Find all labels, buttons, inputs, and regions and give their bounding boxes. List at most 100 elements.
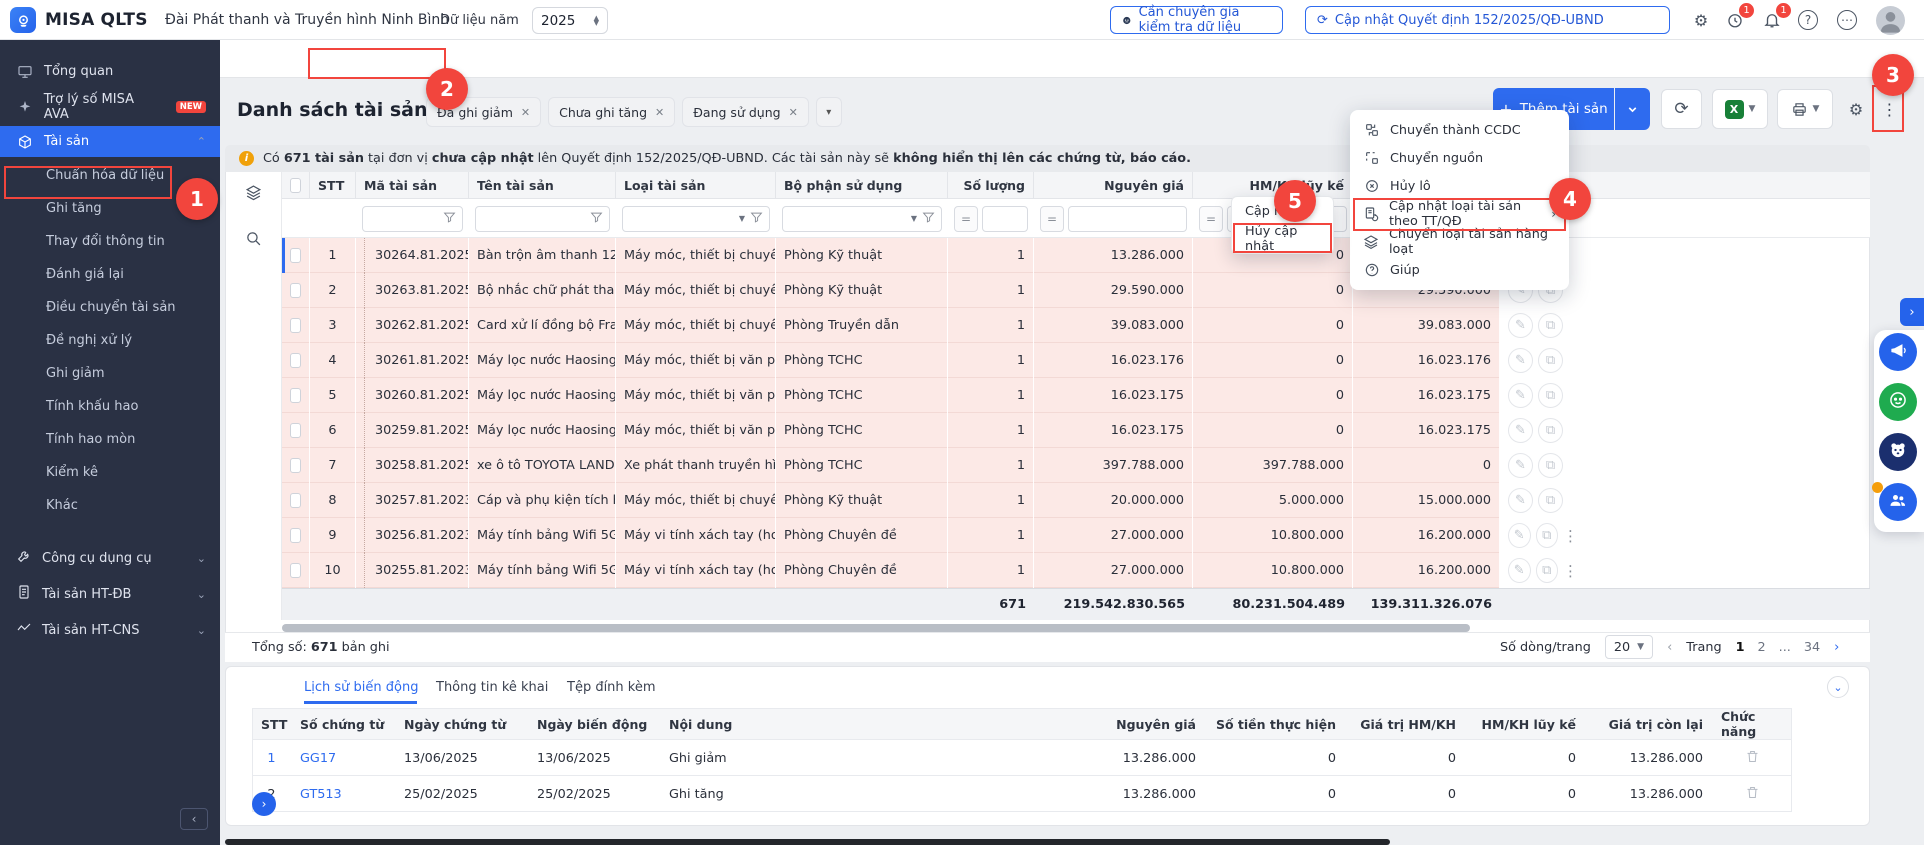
detail-column-hm_acc[interactable]: HM/KH lũy kế (1465, 708, 1585, 740)
year-select[interactable]: 2025 ▲▼ (532, 7, 608, 34)
detail-column-remain[interactable]: Giá trị còn lại (1585, 708, 1712, 740)
expert-check-button[interactable]: Cần chuyên gia kiểm tra dữ liệu (1110, 6, 1283, 34)
sidebar-item-0[interactable]: Tổng quan (0, 54, 220, 89)
document-link[interactable]: GG17 (300, 751, 336, 766)
sidebar-item-14[interactable]: Công cụ dụng cụ⌄ (0, 540, 220, 576)
layers-icon[interactable] (245, 184, 262, 205)
update-decision-button[interactable]: ⟳ Cập nhật Quyết định 152/2025/QĐ-UBND (1305, 6, 1670, 34)
trash-icon[interactable] (1745, 785, 1760, 804)
filter-operator-qty[interactable]: = (954, 206, 978, 232)
filter-operator-cost[interactable]: = (1040, 206, 1064, 232)
edit-icon[interactable]: ✎ (1508, 523, 1531, 548)
page-2[interactable]: 2 (1757, 640, 1765, 655)
menu-item-2[interactable]: Hủy lô (1350, 172, 1569, 200)
detail-column-stt[interactable]: STT (252, 708, 291, 740)
detail-tab-0[interactable]: Lịch sử biến động (304, 672, 418, 702)
filter-input-code[interactable] (362, 206, 463, 232)
select-all-checkbox[interactable] (290, 178, 301, 193)
document-link[interactable]: GT513 (300, 787, 342, 802)
row-checkbox[interactable] (290, 318, 301, 333)
sidebar-item-6[interactable]: Đánh giá lại (0, 258, 220, 291)
detail-column-func[interactable]: Chức năng (1712, 708, 1792, 740)
funnel-icon[interactable] (590, 209, 603, 228)
page-1[interactable]: 1 (1736, 640, 1745, 655)
next-page-icon[interactable]: › (1834, 640, 1839, 655)
sidebar-item-10[interactable]: Tính khấu hao (0, 390, 220, 423)
funnel-icon[interactable] (922, 209, 935, 228)
sidebar-item-15[interactable]: Tài sản HT-ĐB⌄ (0, 576, 220, 612)
funnel-icon[interactable] (750, 209, 763, 228)
column-header-qty[interactable]: Số lượng (948, 172, 1034, 199)
row-more-icon[interactable]: ⋮ (1563, 562, 1575, 580)
page-34[interactable]: 34 (1804, 640, 1820, 655)
detail-column-doc_date[interactable]: Ngày chứng từ (395, 708, 528, 740)
row-checkbox[interactable] (290, 283, 301, 298)
sidebar-item-13[interactable]: Khác (0, 489, 220, 522)
search-icon[interactable] (245, 230, 262, 251)
copy-icon[interactable]: ⧉ (1538, 313, 1563, 338)
menu-item-5[interactable]: Giúp (1350, 256, 1569, 284)
megaphone-button[interactable] (1879, 333, 1917, 371)
column-header-cost[interactable]: Nguyên giá (1034, 172, 1193, 199)
remove-chip-icon[interactable]: ✕ (521, 106, 530, 119)
help-icon[interactable]: ? (1798, 10, 1818, 30)
row-checkbox[interactable] (290, 248, 301, 263)
sidebar-item-16[interactable]: Tài sản HT-CNS⌄ (0, 612, 220, 648)
column-header-dep[interactable]: HM/KH lũy kế (1193, 172, 1353, 199)
year-stepper-icon[interactable]: ▲▼ (594, 16, 599, 26)
detail-column-amount[interactable]: Số tiền thực hiện (1205, 708, 1345, 740)
detail-column-content[interactable]: Nội dung (660, 708, 1065, 740)
row-checkbox[interactable] (290, 493, 301, 508)
rows-per-page-select[interactable]: 20▼ (1605, 635, 1653, 659)
detail-column-change_date[interactable]: Ngày biến động (528, 708, 660, 740)
sidebar-item-2[interactable]: Tài sản⌃ (0, 126, 220, 157)
sidebar-collapse-button[interactable]: ‹ (180, 808, 208, 830)
filter-input-cost[interactable] (1068, 206, 1187, 232)
copy-icon[interactable]: ⧉ (1538, 488, 1563, 513)
column-header-dept[interactable]: Bộ phận sử dụng (776, 172, 948, 199)
detail-column-cost[interactable]: Nguyên giá (1065, 708, 1205, 740)
row-checkbox[interactable] (290, 458, 301, 473)
prev-page-icon[interactable]: ‹ (1667, 640, 1672, 655)
menu-item-0[interactable]: Chuyển thành CCDC (1350, 116, 1569, 144)
row-checkbox[interactable] (290, 423, 301, 438)
export-excel-button[interactable]: X▼ (1712, 89, 1768, 129)
copy-icon[interactable]: ⧉ (1536, 558, 1559, 583)
edit-icon[interactable]: ✎ (1508, 488, 1533, 513)
more-options-icon[interactable]: ⋯ (1837, 10, 1857, 30)
menu-item-4[interactable]: Chuyển loại tài sản hàng loạt (1350, 228, 1569, 256)
column-header-code[interactable]: Mã tài sản (356, 172, 469, 199)
bell-icon[interactable]: 1 (1760, 8, 1784, 32)
row-checkbox[interactable] (290, 388, 301, 403)
column-header-cb[interactable] (282, 172, 310, 199)
edit-icon[interactable]: ✎ (1508, 558, 1531, 583)
row-checkbox[interactable] (290, 528, 301, 543)
sidebar-item-9[interactable]: Ghi giảm (0, 357, 220, 390)
remove-chip-icon[interactable]: ✕ (789, 106, 798, 119)
community-button[interactable] (1879, 483, 1917, 521)
remove-chip-icon[interactable]: ✕ (655, 106, 664, 119)
edit-icon[interactable]: ✎ (1508, 453, 1533, 478)
sidebar-item-12[interactable]: Kiểm kê (0, 456, 220, 489)
row-checkbox[interactable] (290, 563, 301, 578)
popup-item-1[interactable]: Hủy cập nhật (1232, 225, 1333, 253)
filter-operator-dep[interactable]: = (1199, 206, 1223, 232)
sidebar-item-8[interactable]: Đề nghị xử lý (0, 324, 220, 357)
column-header-stt[interactable]: STT (310, 172, 356, 199)
column-header-name[interactable]: Tên tài sản (469, 172, 616, 199)
side-panel-tab[interactable]: › (1900, 298, 1924, 326)
sidebar-item-5[interactable]: Thay đổi thông tin (0, 225, 220, 258)
sidebar-item-7[interactable]: Điều chuyển tài sản (0, 291, 220, 324)
edit-icon[interactable]: ✎ (1508, 383, 1533, 408)
sidebar-item-1[interactable]: Trợ lý số MISA AVANEW (0, 89, 220, 124)
reminder-clock-icon[interactable]: 1 (1723, 8, 1747, 32)
avatar[interactable] (1876, 6, 1905, 35)
edit-icon[interactable]: ✎ (1508, 313, 1533, 338)
collapse-panel-icon[interactable]: ⌄ (1827, 676, 1849, 698)
refresh-button[interactable]: ⟳ (1661, 89, 1702, 129)
filter-input-qty[interactable] (982, 206, 1028, 232)
filter-select-dept[interactable]: ▼ (782, 206, 942, 232)
detail-column-doc_no[interactable]: Số chứng từ (291, 708, 395, 740)
trash-icon[interactable] (1745, 749, 1760, 768)
copy-icon[interactable]: ⧉ (1538, 383, 1563, 408)
